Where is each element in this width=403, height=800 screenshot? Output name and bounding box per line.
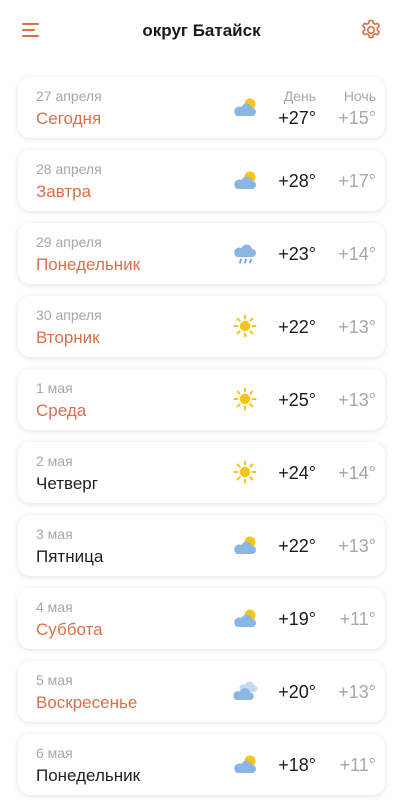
forecast-row[interactable]: 4 мая Суббота +19° +11° [18, 588, 385, 649]
forecast-date: 4 мая [36, 599, 73, 615]
night-temperature: +13° [338, 682, 376, 702]
forecast-day-name: Сегодня [36, 109, 102, 128]
day-temperature: +22° [278, 317, 316, 337]
day-temperature: +22° [278, 536, 316, 556]
day-column-header: День [283, 88, 316, 104]
forecast-date: 30 апреля [36, 307, 102, 323]
night-temperature: +17° [338, 171, 376, 191]
partly-cloudy-icon [234, 536, 256, 554]
sun-icon [233, 314, 257, 338]
night-temperature: +14° [338, 244, 376, 264]
forecast-row[interactable]: 5 мая Воскресенье +20° +13° [18, 661, 385, 722]
forecast-row[interactable]: 28 апреля Завтра +28° +17° [18, 150, 385, 211]
night-temperature: +15° [338, 108, 376, 128]
forecast-list[interactable]: 27 апреля Сегодня День Ночь +27° +15° 28 апрел… [0, 62, 403, 800]
day-temperature: +24° [278, 463, 316, 483]
forecast-day-name: Понедельник [36, 766, 141, 785]
forecast-row[interactable]: 1 мая Среда +25° +13° [18, 369, 385, 430]
day-temperature: +19° [278, 609, 316, 629]
forecast-row[interactable]: 3 мая Пятница +22° +13° [18, 515, 385, 576]
day-temperature: +25° [278, 390, 316, 410]
forecast-row[interactable]: 6 мая Понедельник +18° +11° [18, 734, 385, 795]
forecast-date: 28 апреля [36, 161, 102, 177]
forecast-day-name: Понедельник [36, 255, 141, 274]
forecast-date: 29 апреля [36, 234, 102, 250]
forecast-day-name: Завтра [36, 182, 92, 201]
night-temperature: +13° [338, 317, 376, 337]
rain-icon [234, 244, 256, 264]
forecast-date: 6 мая [36, 745, 73, 761]
forecast-row[interactable]: 2 мая Четверг +24° +14° [18, 442, 385, 503]
day-temperature: +28° [278, 171, 316, 191]
partly-cloudy-icon [234, 755, 256, 773]
day-temperature: +18° [278, 755, 316, 775]
partly-cloudy-icon [234, 98, 256, 116]
forecast-date: 2 мая [36, 453, 73, 469]
forecast-date: 5 мая [36, 672, 73, 688]
night-temperature: +11° [339, 755, 376, 775]
gear-icon[interactable] [359, 18, 383, 42]
day-temperature: +20° [278, 682, 316, 702]
night-column-header: Ночь [343, 88, 376, 104]
forecast-date: 3 мая [36, 526, 73, 542]
sun-icon [233, 387, 257, 411]
forecast-day-name: Вторник [36, 328, 100, 347]
forecast-day-name: Пятница [36, 547, 104, 566]
forecast-row[interactable]: 27 апреля Сегодня День Ночь +27° +15° [18, 77, 385, 138]
forecast-day-name: Четверг [36, 474, 98, 493]
night-temperature: +13° [338, 536, 376, 556]
page-title: округ Батайск [142, 21, 261, 40]
forecast-day-name: Воскресенье [36, 693, 138, 712]
night-temperature: +14° [338, 463, 376, 483]
forecast-row[interactable]: 30 апреля Вторник +22° +13° [18, 296, 385, 357]
cloudy-icon [233, 681, 258, 700]
forecast-date: 1 мая [36, 380, 73, 396]
night-temperature: +13° [338, 390, 376, 410]
forecast-day-name: Среда [36, 401, 87, 420]
partly-cloudy-icon [234, 171, 256, 189]
forecast-day-name: Суббота [36, 620, 103, 639]
day-temperature: +27° [278, 108, 316, 128]
night-temperature: +11° [339, 609, 376, 629]
app-header: округ Батайск [0, 0, 403, 63]
sun-icon [233, 460, 257, 484]
day-temperature: +23° [278, 244, 316, 264]
forecast-row[interactable]: 29 апреля Понедельник +23° +14° [18, 223, 385, 284]
partly-cloudy-icon [234, 609, 256, 627]
forecast-date: 27 апреля [36, 88, 102, 104]
